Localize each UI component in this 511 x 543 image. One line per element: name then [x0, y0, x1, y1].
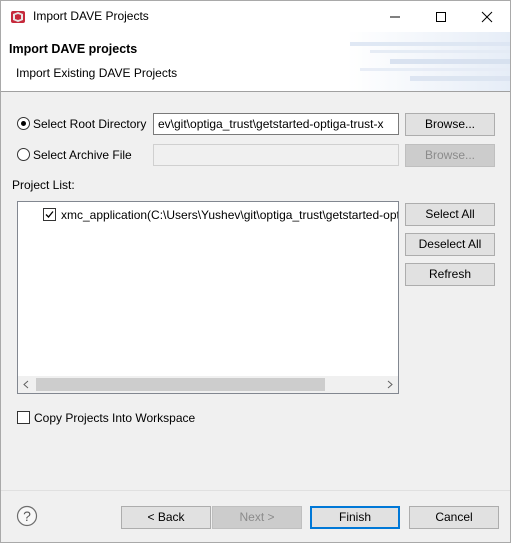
finish-button[interactable]: Finish	[310, 506, 400, 529]
window-title: Import DAVE Projects	[33, 9, 149, 23]
banner-graphic	[350, 42, 510, 81]
back-button[interactable]: < Back	[121, 506, 211, 529]
import-dialog: Import DAVE Projects Import DAVE project…	[0, 0, 511, 543]
scroll-left-icon[interactable]	[18, 376, 35, 393]
footer-divider	[1, 490, 510, 491]
svg-text:?: ?	[23, 508, 31, 524]
project-list[interactable]: xmc_application(C:\Users\Yushev\git\opti…	[17, 201, 399, 394]
copy-projects-checkbox[interactable]	[17, 411, 30, 424]
banner-title: Import DAVE projects	[9, 42, 138, 56]
close-button[interactable]	[464, 1, 510, 32]
deselect-all-button[interactable]: Deselect All	[405, 233, 495, 256]
archive-file-label: Select Archive File	[33, 148, 132, 162]
archive-file-field[interactable]	[153, 144, 399, 166]
root-directory-field[interactable]: ev\git\optiga_trust\getstarted-optiga-tr…	[153, 113, 399, 135]
select-all-button[interactable]: Select All	[405, 203, 495, 226]
cancel-button[interactable]: Cancel	[409, 506, 499, 529]
copy-projects-label: Copy Projects Into Workspace	[34, 411, 196, 425]
archive-file-radio[interactable]	[17, 148, 30, 161]
maximize-button[interactable]	[418, 1, 464, 32]
scroll-right-icon[interactable]	[381, 376, 398, 393]
project-list-label: Project List:	[12, 178, 75, 192]
banner-divider	[1, 91, 510, 92]
next-button[interactable]: Next >	[212, 506, 302, 529]
browse-root-button[interactable]: Browse...	[405, 113, 495, 136]
title-bar[interactable]: Import DAVE Projects	[1, 1, 510, 32]
close-icon	[481, 11, 493, 23]
root-directory-label: Select Root Directory	[33, 117, 147, 131]
maximize-icon	[436, 12, 446, 22]
root-directory-radio[interactable]	[17, 117, 30, 130]
project-name: xmc_application(C:\Users\Yushev\git\opti…	[61, 208, 399, 222]
project-checkbox[interactable]	[43, 208, 56, 221]
minimize-button[interactable]	[372, 1, 418, 32]
refresh-button[interactable]: Refresh	[405, 263, 495, 286]
browse-archive-button[interactable]: Browse...	[405, 144, 495, 167]
help-icon[interactable]: ?	[16, 505, 38, 527]
banner-description: Import Existing DAVE Projects	[16, 66, 178, 80]
dave-app-icon	[10, 9, 26, 25]
minimize-icon	[390, 16, 400, 18]
scrollbar-thumb[interactable]	[36, 378, 325, 391]
wizard-banner: Import DAVE projects Import Existing DAV…	[1, 32, 510, 91]
horizontal-scrollbar[interactable]	[18, 376, 398, 393]
checkmark-icon	[45, 211, 54, 218]
